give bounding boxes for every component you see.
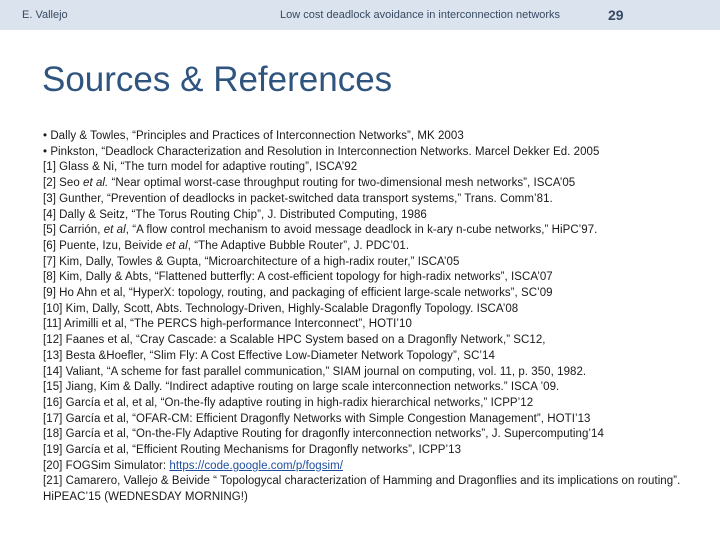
reference-item: [8] Kim, Dally & Abts, “Flattened butter… [43,271,553,284]
reference-item: [20] FOGSim Simulator: https://code.goog… [43,459,344,472]
reference-item: [1] Glass & Ni, “The turn model for adap… [43,161,358,174]
reference-item: [19] García et al, “Efficient Routing Me… [43,444,462,457]
reference-item: [13] Besta &Hoefler, “Slim Fly: A Cost E… [43,349,495,362]
reference-item: [16] García et al, et al, “On-the-fly ad… [43,396,534,409]
reference-item: [6] Puente, Izu, Beivide et al, “The Ada… [43,239,410,252]
reference-item: [18] García et al, “On-the-Fly Adaptive … [43,428,604,441]
header-author: E. Vallejo [22,9,68,21]
reference-item: [15] Jiang, Kim & Dally. “Indirect adapt… [43,381,560,394]
reference-item: [5] Carrión, et al, “A flow control mech… [43,224,598,237]
header-bar: E. Vallejo Low cost deadlock avoidance i… [0,0,720,30]
fogsim-link[interactable]: https://code.google.com/p/fogsim/ [169,460,343,472]
reference-item: [7] Kim, Dally, Towles & Gupta, “Microar… [43,255,460,268]
slide-title: Sources & References [42,60,393,99]
reference-item: [11] Arimilli et al, “The PERCS high-per… [43,318,412,331]
reference-item: [4] Dally & Seitz, “The Torus Routing Ch… [43,208,427,221]
reference-item: [12] Faanes et al, “Cray Cascade: a Scal… [43,334,546,347]
reference-list: • Dally & Towles, “Principles and Practi… [43,129,711,506]
reference-item: [3] Gunther, “Prevention of deadlocks in… [43,192,553,205]
header-title: Low cost deadlock avoidance in interconn… [280,9,561,21]
reference-item: [17] García et al, “OFAR-CM: Efficient D… [43,412,591,425]
source-item: • Dally & Towles, “Principles and Practi… [43,130,464,142]
reference-item: [14] Valiant, “A scheme for fast paralle… [43,365,587,378]
reference-item: [10] Kim, Dally, Scott, Abts. Technology… [43,302,519,315]
page-number: 29 [608,7,624,23]
source-item: • Pinkston, “Deadlock Characterization a… [43,145,600,158]
reference-item: [2] Seo et al. “Near optimal worst-case … [43,177,576,190]
reference-item: [21] Camarero, Vallejo & Beivide “ Topol… [43,475,681,504]
reference-item: [9] Ho Ahn et al, “HyperX: topology, rou… [43,287,553,300]
